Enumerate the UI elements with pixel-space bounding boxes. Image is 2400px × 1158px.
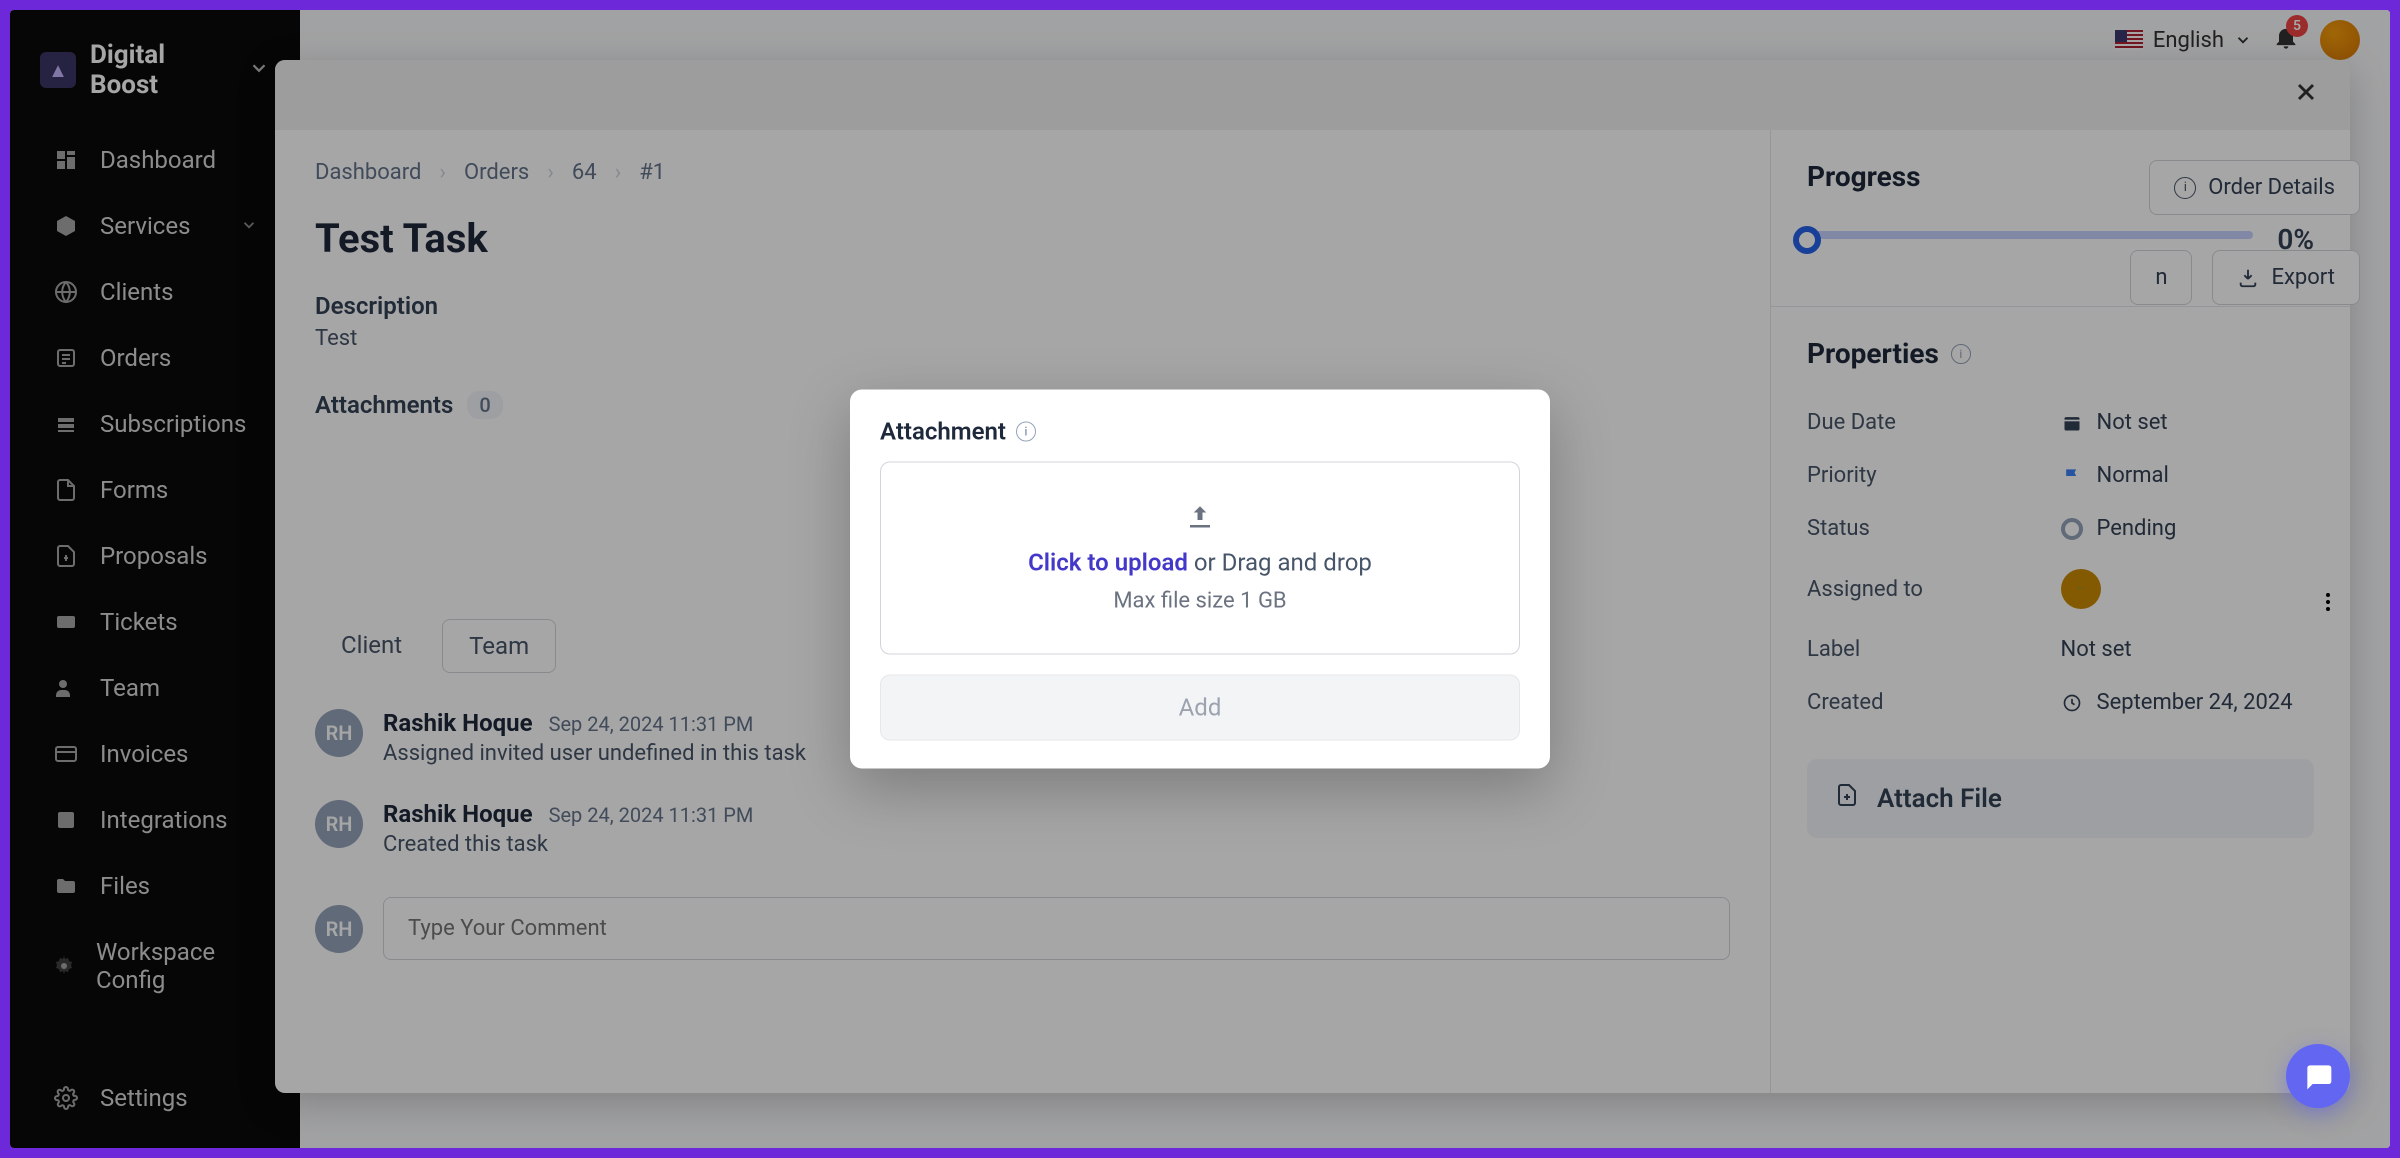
app-frame: ▲ Digital Boost Dashboard Services Clien… [10,10,2390,1148]
add-button[interactable]: Add [880,675,1520,741]
attachment-upload-modal: Attachment i Click to upload or Drag and… [850,390,1550,769]
click-to-upload-link[interactable]: Click to upload [1028,549,1188,577]
chat-icon [2302,1060,2334,1092]
chat-support-button[interactable] [2286,1044,2350,1108]
upload-icon [1185,503,1215,537]
max-file-size-text: Max file size 1 GB [1113,589,1286,614]
modal-title: Attachment [880,418,1006,446]
info-icon[interactable]: i [1016,422,1036,442]
drag-drop-text: or Drag and drop [1188,549,1372,577]
file-dropzone[interactable]: Click to upload or Drag and drop Max fil… [880,462,1520,655]
